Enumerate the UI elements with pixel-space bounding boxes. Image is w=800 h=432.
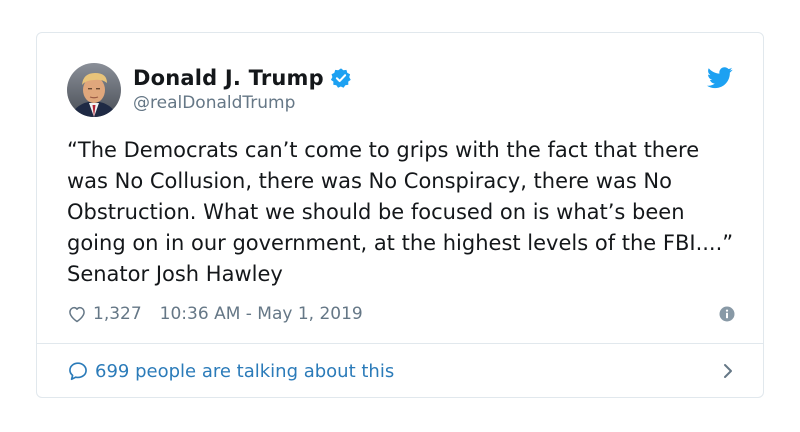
author-name-text[interactable]: Donald J. Trump <box>133 66 324 90</box>
info-icon[interactable] <box>719 306 735 322</box>
divider <box>37 343 763 344</box>
author-name[interactable]: Donald J. Trump <box>133 66 352 90</box>
author-handle[interactable]: @realDonaldTrump <box>133 93 295 113</box>
twitter-bird-icon[interactable] <box>707 67 733 89</box>
conversation-link[interactable]: 699 people are talking about this <box>67 357 735 385</box>
like-count: 1,327 <box>93 304 142 324</box>
tweet-timestamp[interactable]: 10:36 AM - May 1, 2019 <box>160 304 363 324</box>
like-button[interactable]: 1,327 <box>67 304 142 324</box>
verified-badge-icon <box>330 68 351 88</box>
chevron-right-icon[interactable] <box>721 362 735 380</box>
avatar[interactable] <box>67 63 121 117</box>
profile-photo <box>67 63 121 117</box>
tweet-meta: 1,327 10:36 AM - May 1, 2019 <box>67 301 735 327</box>
heart-icon <box>69 306 85 323</box>
tweet-card: Donald J. Trump @realDonaldTrump “The De… <box>36 32 764 398</box>
speech-bubble-icon <box>69 362 87 381</box>
conversation-label[interactable]: 699 people are talking about this <box>95 361 394 382</box>
tweet-text: “The Democrats can’t come to grips with … <box>67 138 734 286</box>
